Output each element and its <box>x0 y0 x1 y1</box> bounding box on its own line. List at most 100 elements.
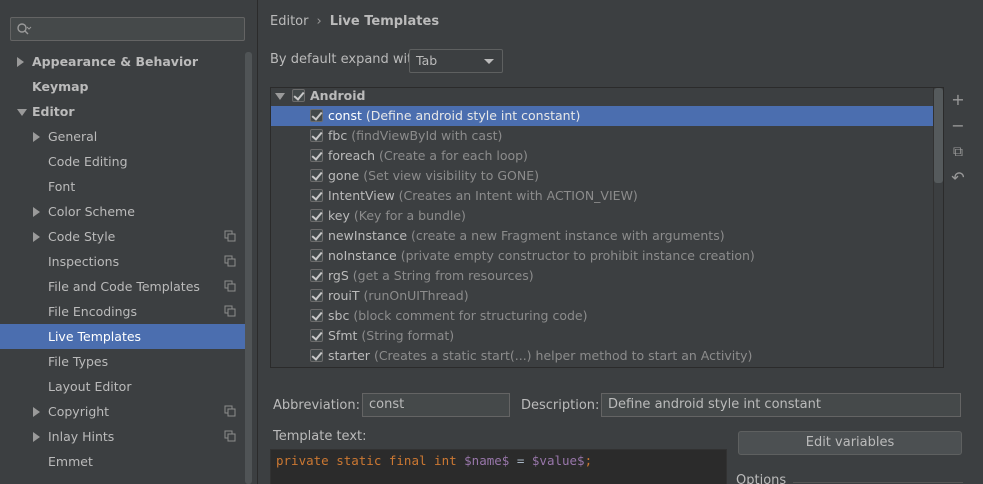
code-variable-value: $value$ <box>531 453 585 468</box>
copy-icon[interactable]: ⧉ <box>947 139 969 165</box>
sidebar-item-inlay-hints[interactable]: Inlay Hints <box>0 424 252 449</box>
template-checkbox[interactable] <box>310 309 323 322</box>
template-checkbox[interactable] <box>310 109 323 122</box>
add-icon[interactable]: + <box>947 87 969 113</box>
expand-with-select[interactable]: Tab <box>409 49 503 73</box>
template-row[interactable]: IntentView (Creates an Intent with ACTIO… <box>271 186 933 206</box>
sidebar-item-color-scheme[interactable]: Color Scheme <box>0 199 252 224</box>
code-semicolon: ; <box>584 453 593 468</box>
template-entry: noInstance (private empty constructor to… <box>328 246 755 266</box>
template-row[interactable]: foreach (Create a for each loop) <box>271 146 933 166</box>
chevron-right-icon[interactable] <box>33 232 40 242</box>
sidebar-item-label: File and Code Templates <box>48 279 200 294</box>
sidebar-item-label: Live Templates <box>48 329 142 344</box>
template-description: (create a new Fragment instance with arg… <box>411 228 725 243</box>
template-row[interactable]: rgS (get a String from resources) <box>271 266 933 286</box>
template-checkbox[interactable] <box>310 129 323 142</box>
sidebar-item-code-editing[interactable]: Code Editing <box>0 149 252 174</box>
remove-icon[interactable]: − <box>947 113 969 139</box>
template-description: (Key for a bundle) <box>353 208 466 223</box>
sidebar-item-live-templates[interactable]: Live Templates <box>0 324 252 349</box>
template-abbreviation: rgS <box>328 268 349 283</box>
template-checkbox[interactable] <box>310 209 323 222</box>
search-icon <box>17 23 32 35</box>
group-checkbox[interactable] <box>292 89 305 102</box>
sidebar-item-file-and-code-templates[interactable]: File and Code Templates <box>0 274 252 299</box>
sidebar-item-label: Inlay Hints <box>48 429 115 444</box>
sidebar-item-copyright[interactable]: Copyright <box>0 399 252 424</box>
sidebar-item-label: Copyright <box>48 404 110 419</box>
template-description: (String format) <box>361 328 455 343</box>
code-variable-name: $name$ <box>464 453 510 468</box>
project-scope-icon <box>224 280 236 292</box>
template-row[interactable]: Sfmt (String format) <box>271 326 933 346</box>
template-checkbox[interactable] <box>310 229 323 242</box>
sidebar-item-label: File Types <box>48 354 109 369</box>
sidebar-scrollbar[interactable] <box>245 52 252 484</box>
template-entry: starter (Creates a static start(...) hel… <box>328 346 752 366</box>
sidebar-item-general[interactable]: General <box>0 124 252 149</box>
template-row[interactable]: gone (Set view visibility to GONE) <box>271 166 933 186</box>
template-checkbox[interactable] <box>310 289 323 302</box>
template-row[interactable]: key (Key for a bundle) <box>271 206 933 226</box>
template-group-android[interactable]: Android <box>271 88 933 106</box>
live-templates-list: Android const (Define android style int c… <box>270 87 944 368</box>
chevron-right-icon[interactable] <box>17 57 24 67</box>
template-row[interactable]: fbc (findViewById with cast) <box>271 126 933 146</box>
chevron-right-icon[interactable] <box>33 132 40 142</box>
template-abbreviation: noInstance <box>328 248 397 263</box>
template-entry: IntentView (Creates an Intent with ACTIO… <box>328 186 638 206</box>
template-checkbox[interactable] <box>310 249 323 262</box>
abbreviation-label: Abbreviation: <box>273 398 361 413</box>
sidebar-item-editor[interactable]: Editor <box>0 99 252 124</box>
chevron-down-icon[interactable] <box>17 109 27 116</box>
template-checkbox[interactable] <box>310 269 323 282</box>
sidebar-item-file-encodings[interactable]: File Encodings <box>0 299 252 324</box>
chevron-down-icon[interactable] <box>275 93 285 100</box>
description-label: Description: <box>521 398 600 413</box>
settings-sidebar: Appearance & Behavior Keymap Editor General… <box>0 0 258 484</box>
template-row[interactable]: newInstance (create a new Fragment insta… <box>271 226 933 246</box>
template-text-editor[interactable]: private static final int $name$ = $value… <box>270 449 727 484</box>
revert-icon[interactable]: ↶ <box>947 165 969 191</box>
template-abbreviation: sbc <box>328 308 350 323</box>
sidebar-item-layout-editor[interactable]: Layout Editor <box>0 374 252 399</box>
sidebar-item-emmet[interactable]: Emmet <box>0 449 252 474</box>
breadcrumb-parent[interactable]: Editor <box>270 14 308 29</box>
settings-main-panel: Editor › Live Templates By default expand … <box>258 0 983 484</box>
edit-variables-button[interactable]: Edit variables <box>738 431 962 455</box>
settings-search-input[interactable] <box>10 17 245 41</box>
abbreviation-input[interactable]: const <box>362 393 510 417</box>
template-row[interactable]: starter (Creates a static start(...) hel… <box>271 346 933 366</box>
description-input[interactable]: Define android style int constant <box>601 393 961 417</box>
sidebar-item-label: Keymap <box>32 79 89 94</box>
template-abbreviation: key <box>328 208 350 223</box>
sidebar-item-inspections[interactable]: Inspections <box>0 249 252 274</box>
template-toolbar: + − ⧉ ↶ <box>947 87 969 191</box>
chevron-right-icon[interactable] <box>33 432 40 442</box>
template-description: (private empty constructor to prohibit i… <box>400 248 755 263</box>
template-checkbox[interactable] <box>310 149 323 162</box>
template-description: (block comment for structuring code) <box>353 308 588 323</box>
template-checkbox[interactable] <box>310 329 323 342</box>
template-description: (get a String from resources) <box>352 268 534 283</box>
template-row[interactable]: const (Define android style int constant… <box>271 106 933 126</box>
sidebar-item-font[interactable]: Font <box>0 174 252 199</box>
template-checkbox[interactable] <box>310 169 323 182</box>
template-row[interactable]: sbc (block comment for structuring code) <box>271 306 933 326</box>
sidebar-item-keymap[interactable]: Keymap <box>0 74 252 99</box>
chevron-right-icon[interactable] <box>33 207 40 217</box>
sidebar-item-code-style[interactable]: Code Style <box>0 224 252 249</box>
breadcrumb: Editor › Live Templates <box>270 14 439 29</box>
template-entry: rouiT (runOnUIThread) <box>328 286 469 306</box>
sidebar-item-appearance-behavior[interactable]: Appearance & Behavior <box>0 49 252 74</box>
list-scrollbar[interactable] <box>934 88 943 183</box>
template-checkbox[interactable] <box>310 189 323 202</box>
sidebar-item-file-types[interactable]: File Types <box>0 349 252 374</box>
template-row[interactable]: rouiT (runOnUIThread) <box>271 286 933 306</box>
sidebar-item-label: Emmet <box>48 454 93 469</box>
template-row[interactable]: noInstance (private empty constructor to… <box>271 246 933 266</box>
template-checkbox[interactable] <box>310 349 323 362</box>
template-entry: const (Define android style int constant… <box>328 106 580 126</box>
chevron-right-icon[interactable] <box>33 407 40 417</box>
